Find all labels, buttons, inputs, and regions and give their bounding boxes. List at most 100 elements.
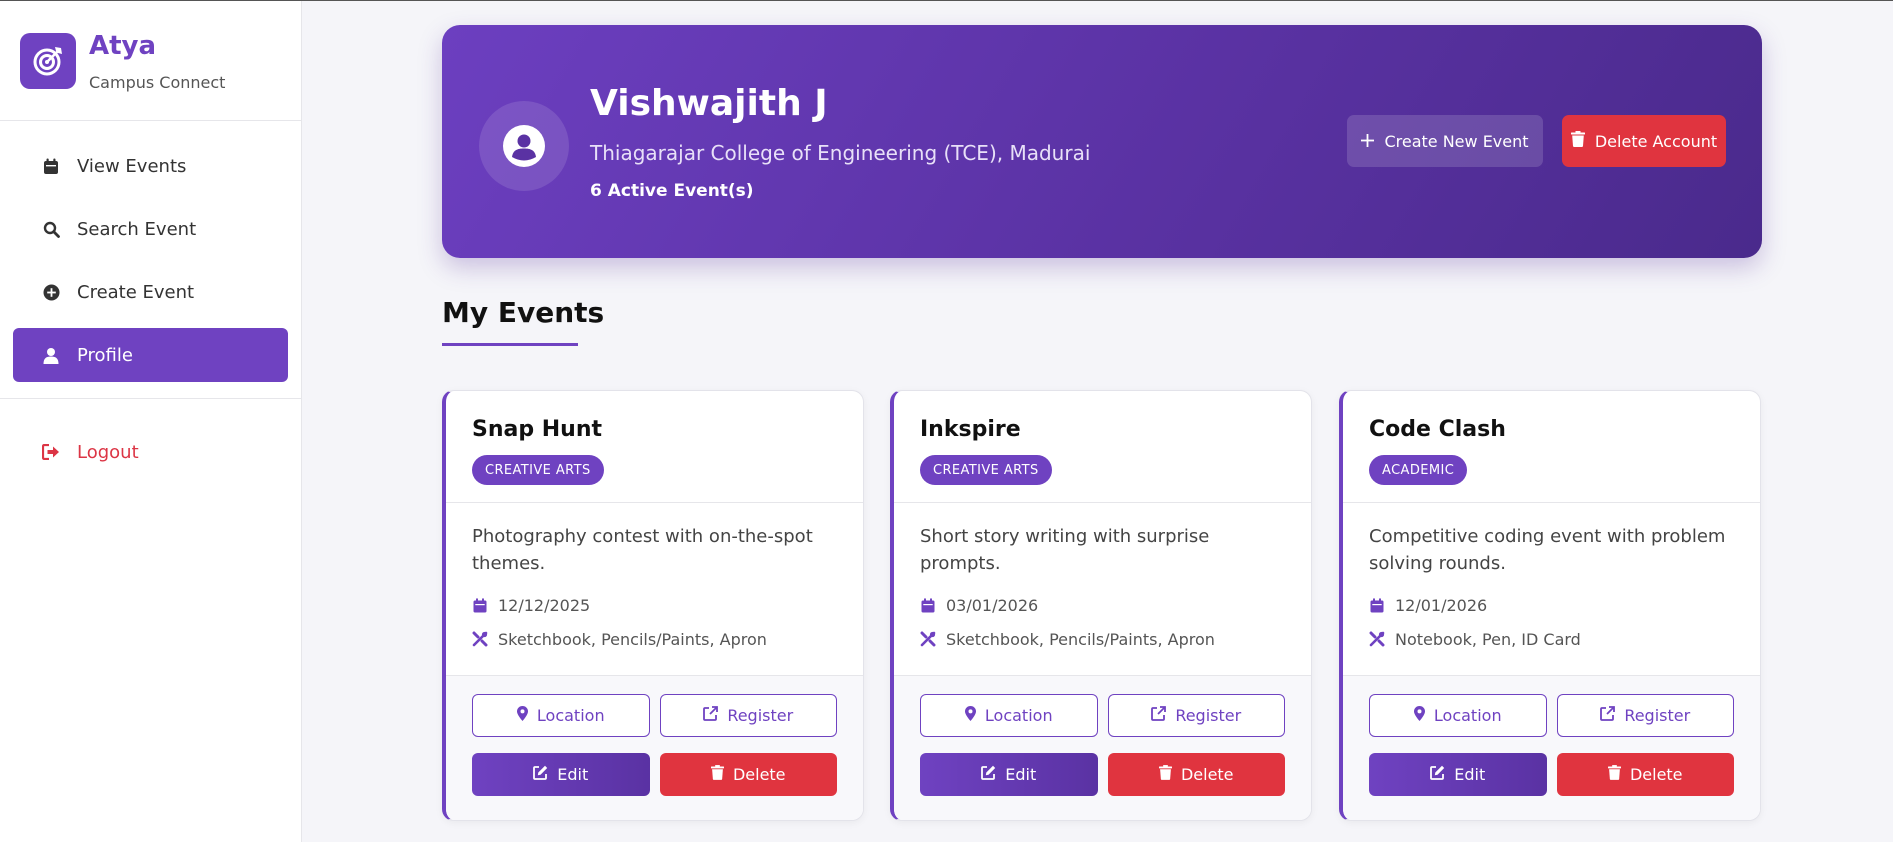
plus-circle-icon [41, 282, 61, 302]
event-card: Snap Hunt CREATIVE ARTS Photography cont… [442, 390, 864, 821]
section-underline [442, 343, 578, 346]
target-logo-icon [20, 33, 76, 89]
calendar-icon [1369, 597, 1385, 613]
trash-icon [1158, 765, 1172, 784]
sidebar-nav: View Events Search Event Create Event Pr… [0, 121, 301, 479]
event-description: Short story writing with surprise prompt… [920, 526, 1210, 574]
event-card-body: Competitive coding event with problem so… [1343, 503, 1760, 675]
external-link-icon [1600, 706, 1616, 725]
location-button[interactable]: Location [1369, 694, 1547, 737]
delete-button[interactable]: Delete [1107, 753, 1285, 796]
delete-label: Delete [1180, 765, 1234, 784]
sidebar-item-label: Search Event [77, 218, 197, 240]
delete-account-label: Delete Account [1594, 131, 1718, 151]
profile-header: Vishwajith J Thiagarajar College of Engi… [442, 25, 1762, 258]
event-date-value: 03/01/2026 [946, 595, 1039, 615]
event-card-actions: Location Register Edit Delete [446, 675, 863, 820]
external-link-icon [703, 706, 719, 725]
edit-button[interactable]: Edit [1369, 753, 1547, 796]
event-date-value: 12/12/2025 [498, 595, 591, 615]
event-requirements-value: Notebook, Pen, ID Card [1395, 629, 1581, 649]
sidebar-item-search-event[interactable]: Search Event [13, 202, 288, 256]
tools-icon [472, 631, 488, 647]
create-new-event-label: Create New Event [1384, 131, 1529, 151]
event-requirements-value: Sketchbook, Pencils/Paints, Apron [946, 629, 1215, 649]
register-label: Register [1175, 706, 1242, 725]
map-pin-icon [516, 706, 528, 725]
delete-account-button[interactable]: Delete Account [1562, 115, 1726, 167]
location-label: Location [536, 706, 605, 725]
event-requirements-value: Sketchbook, Pencils/Paints, Apron [498, 629, 767, 649]
active-events-count: 6 Active Event(s) [590, 181, 754, 201]
edit-label: Edit [1454, 765, 1486, 784]
user-icon [41, 345, 61, 365]
trash-icon [710, 765, 724, 784]
avatar [479, 101, 569, 191]
event-requirements: Sketchbook, Pencils/Paints, Apron [472, 627, 837, 651]
event-title: Code Clash [1369, 417, 1506, 442]
plus-icon [1361, 132, 1375, 151]
location-label: Location [1433, 706, 1502, 725]
category-badge: CREATIVE ARTS [472, 455, 604, 485]
edit-button[interactable]: Edit [472, 753, 650, 796]
register-button[interactable]: Register [659, 694, 837, 737]
sidebar-item-label: Create Event [77, 281, 195, 303]
event-card: Code Clash ACADEMIC Competitive coding e… [1339, 390, 1761, 821]
register-button[interactable]: Register [1107, 694, 1285, 737]
location-button[interactable]: Location [920, 694, 1098, 737]
category-badge: CREATIVE ARTS [920, 455, 1052, 485]
event-requirements: Sketchbook, Pencils/Paints, Apron [920, 627, 1285, 651]
event-card-header: Code Clash ACADEMIC [1343, 391, 1760, 503]
event-card: Inkspire CREATIVE ARTS Short story writi… [890, 390, 1312, 821]
logout-icon [41, 442, 61, 462]
calendar-icon [472, 597, 488, 613]
delete-button[interactable]: Delete [659, 753, 837, 796]
sidebar-item-view-events[interactable]: View Events [13, 139, 288, 193]
user-circle-icon [503, 125, 545, 167]
logout-label: Logout [77, 441, 139, 463]
location-button[interactable]: Location [472, 694, 650, 737]
map-pin-icon [1413, 706, 1425, 725]
location-label: Location [984, 706, 1053, 725]
trash-icon [1570, 131, 1585, 151]
tools-icon [920, 631, 936, 647]
brand: Atya Campus Connect [0, 1, 301, 121]
profile-college: Thiagarajar College of Engineering (TCE)… [590, 141, 1091, 165]
external-link-icon [1151, 706, 1167, 725]
event-description: Competitive coding event with problem so… [1369, 526, 1726, 574]
event-card-body: Short story writing with surprise prompt… [894, 503, 1311, 675]
event-date: 12/12/2025 [472, 593, 837, 617]
delete-button[interactable]: Delete [1556, 753, 1734, 796]
brand-subtitle: Campus Connect [89, 73, 226, 92]
sidebar-item-label: View Events [77, 155, 187, 177]
profile-name: Vishwajith J [590, 83, 828, 124]
delete-label: Delete [1629, 765, 1683, 784]
map-pin-icon [964, 706, 976, 725]
section-title: My Events [442, 296, 605, 329]
edit-label: Edit [1005, 765, 1037, 784]
event-requirements: Notebook, Pen, ID Card [1369, 627, 1734, 651]
nav-divider [0, 398, 301, 399]
event-title: Snap Hunt [472, 417, 603, 442]
create-new-event-button[interactable]: Create New Event [1347, 115, 1543, 167]
register-label: Register [1624, 706, 1691, 725]
sidebar-item-logout[interactable]: Logout [13, 425, 288, 479]
event-title: Inkspire [920, 417, 1021, 442]
event-card-actions: Location Register Edit Delete [1343, 675, 1760, 820]
edit-icon [1430, 765, 1445, 784]
register-label: Register [727, 706, 794, 725]
edit-icon [533, 765, 548, 784]
register-button[interactable]: Register [1556, 694, 1734, 737]
edit-label: Edit [557, 765, 589, 784]
sidebar-item-create-event[interactable]: Create Event [13, 265, 288, 319]
search-icon [41, 219, 61, 239]
event-date: 03/01/2026 [920, 593, 1285, 617]
calendar-icon [41, 156, 61, 176]
sidebar-item-profile[interactable]: Profile [13, 328, 288, 382]
edit-button[interactable]: Edit [920, 753, 1098, 796]
event-card-header: Inkspire CREATIVE ARTS [894, 391, 1311, 503]
trash-icon [1607, 765, 1621, 784]
event-card-actions: Location Register Edit Delete [894, 675, 1311, 820]
calendar-icon [920, 597, 936, 613]
tools-icon [1369, 631, 1385, 647]
